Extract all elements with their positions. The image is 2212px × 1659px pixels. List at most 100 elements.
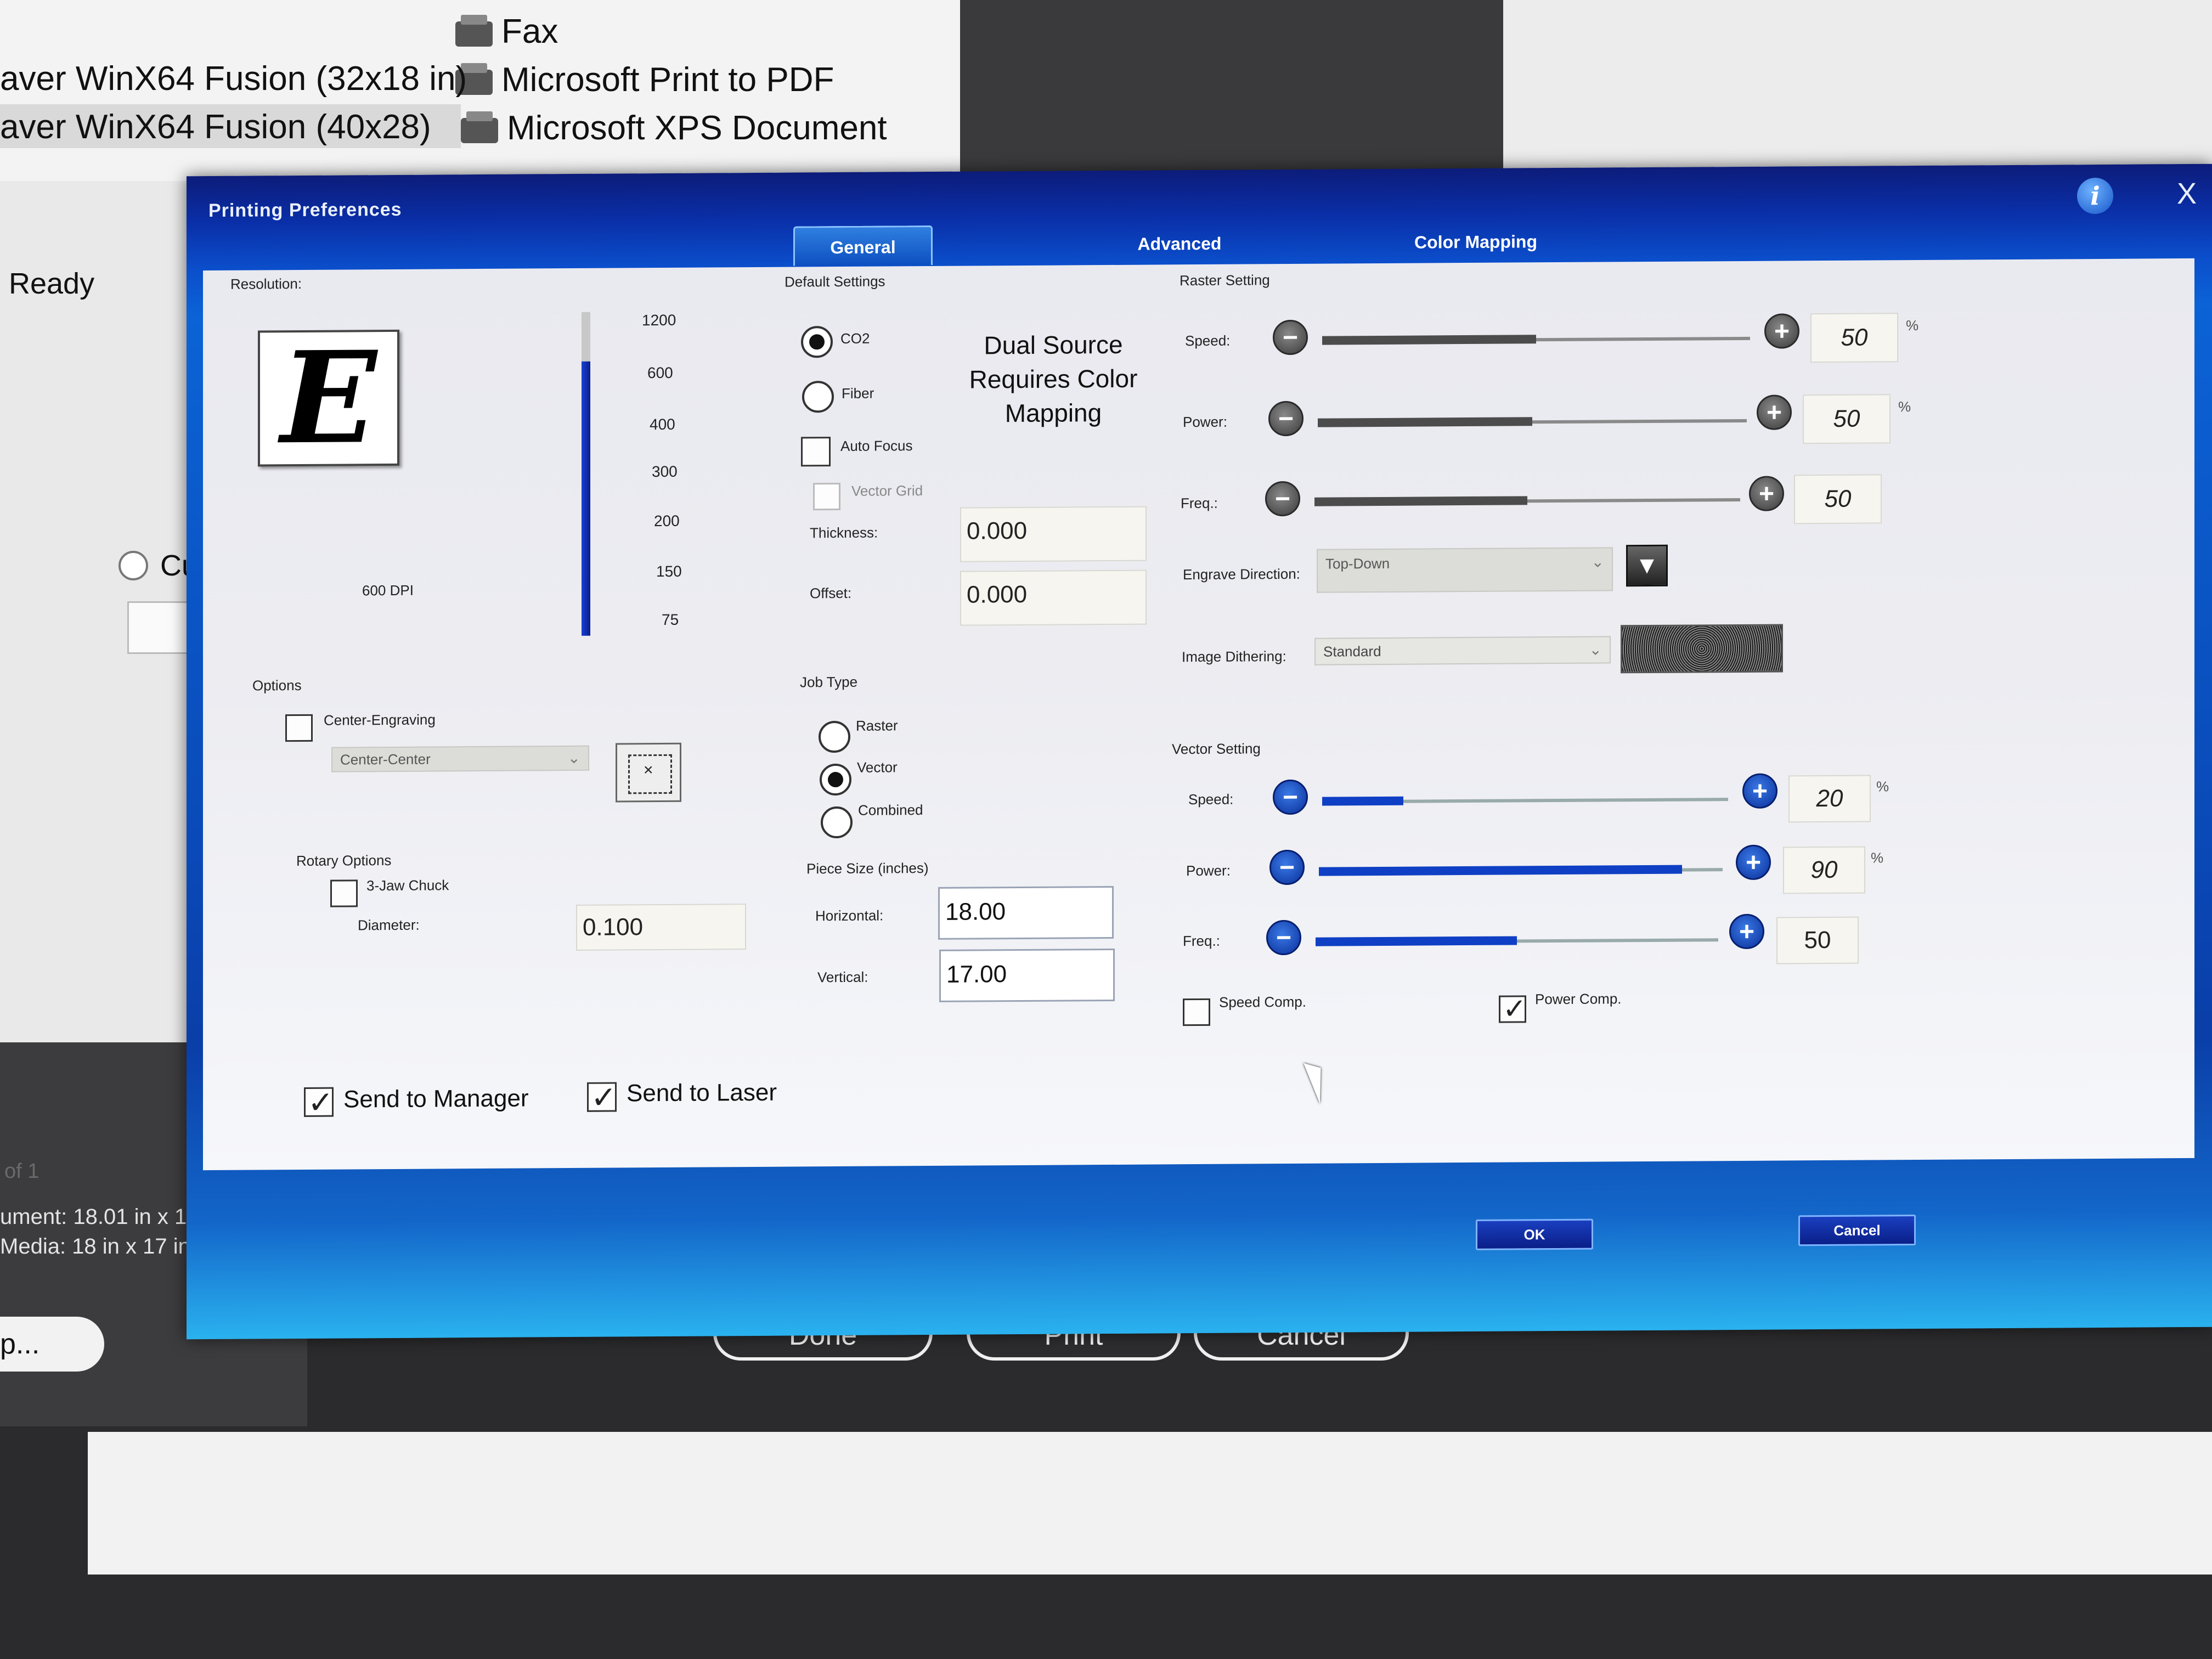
center-engraving-checkbox[interactable] [285,714,313,742]
send-to-manager-checkbox[interactable] [304,1087,334,1117]
current-page-radio[interactable] [119,551,148,580]
vector-freq-value[interactable]: 50 [1776,916,1859,964]
speed-comp-checkbox[interactable] [1183,998,1210,1026]
dialog-footer: OK Cancel [187,1158,2212,1340]
tab-general[interactable]: General [793,225,933,266]
raster-speed-fill [1322,335,1536,345]
horizontal-field[interactable]: 18.00 [938,885,1114,940]
vector-grid-checkbox[interactable] [813,482,840,511]
resolution-label: Resolution: [230,275,302,292]
engrave-direction-dropdown[interactable]: Top-Down ⌄ [1317,547,1613,593]
resolution-tick[interactable]: 300 [652,463,678,481]
vector-freq-minus-button[interactable]: − [1266,919,1301,956]
job-type-label: Job Type [800,673,858,691]
raster-power-slider[interactable] [1318,417,1747,427]
vector-power-slider[interactable] [1319,865,1723,876]
printing-preferences-dialog: Printing Preferences i X General Advance… [187,163,2212,1340]
image-dithering-dropdown[interactable]: Standard ⌄ [1314,636,1611,665]
raster-speed-label: Speed: [1185,332,1231,349]
info-icon[interactable]: i [2077,177,2113,215]
printer-icon [455,14,493,47]
horizontal-label: Horizontal: [815,907,884,924]
auto-focus-checkbox[interactable] [801,437,831,467]
raster-freq-value[interactable]: 50 [1794,474,1882,524]
offset-field[interactable]: 0.000 [960,569,1147,626]
vector-grid-label: Vector Grid [851,482,923,499]
vector-power-unit: % [1871,849,1884,866]
raster-speed-minus-button[interactable]: − [1273,319,1308,356]
page-setup-button[interactable]: p... [0,1317,104,1372]
chevron-down-icon: ⌄ [1589,641,1602,658]
close-button[interactable]: X [2167,174,2207,213]
vector-setting-label: Vector Setting [1172,740,1261,758]
send-to-laser-label: Send to Laser [627,1079,777,1107]
vector-speed-minus-button[interactable]: − [1273,779,1308,815]
fiber-radio[interactable] [802,381,834,413]
thickness-field[interactable]: 0.000 [960,506,1147,562]
vector-speed-slider[interactable] [1322,796,1728,806]
vector-speed-unit: % [1876,778,1889,795]
diameter-field[interactable]: 0.100 [576,904,746,951]
raster-power-plus-button[interactable]: + [1757,394,1792,430]
job-type-combined-label: Combined [858,802,923,819]
send-to-laser-checkbox[interactable] [587,1082,617,1112]
three-jaw-chuck-checkbox[interactable] [330,879,358,907]
vector-power-fill [1319,865,1683,876]
raster-setting-label: Raster Setting [1180,272,1270,289]
vector-freq-slider[interactable] [1316,936,1718,946]
raster-speed-plus-button[interactable]: + [1764,313,1799,349]
vector-speed-value[interactable]: 20 [1788,775,1871,823]
ok-button[interactable]: OK [1476,1218,1593,1250]
raster-power-value[interactable]: 50 [1803,394,1891,444]
cancel-button[interactable]: Cancel [1798,1215,1916,1246]
job-type-vector-radio[interactable] [820,763,851,796]
three-jaw-chuck-label: 3-Jaw Chuck [366,877,449,894]
send-to-manager-label: Send to Manager [343,1085,529,1113]
vector-power-value[interactable]: 90 [1783,846,1865,894]
raster-freq-slider[interactable] [1314,496,1740,506]
job-type-raster-radio[interactable] [819,720,850,753]
engrave-direction-arrow-icon[interactable]: ▼ [1626,544,1668,587]
co2-radio[interactable] [801,326,833,358]
vector-power-plus-button[interactable]: + [1736,844,1771,881]
tab-color-mapping[interactable]: Color Mapping [1383,222,1569,262]
printer-item-pdf[interactable]: Microsoft Print to PDF [455,60,834,99]
printer-item-fusion-40x28[interactable]: aver WinX64 Fusion (40x28) [0,108,431,146]
resolution-tick[interactable]: 400 [650,416,675,433]
default-settings-label: Default Settings [785,273,885,290]
printer-item-xps[interactable]: Microsoft XPS Document [461,109,887,148]
raster-speed-value[interactable]: 50 [1810,313,1898,363]
chevron-down-icon: ⌄ [567,749,580,767]
job-type-combined-radio[interactable] [821,806,853,839]
raster-freq-plus-button[interactable]: + [1749,476,1784,511]
thickness-label: Thickness: [810,524,878,541]
resolution-tick[interactable]: 150 [656,563,682,580]
tab-advanced[interactable]: Advanced [1097,223,1262,264]
resolution-tick[interactable]: 600 [647,364,673,382]
raster-power-minus-button[interactable]: − [1268,400,1304,437]
resolution-tick[interactable]: 200 [654,512,680,530]
dithering-preview [1621,624,1783,674]
raster-speed-slider[interactable] [1322,335,1750,345]
raster-freq-fill [1314,496,1527,506]
vertical-field[interactable]: 17.00 [939,948,1115,1002]
resolution-slider[interactable] [582,312,590,636]
vector-freq-plus-button[interactable]: + [1729,913,1764,950]
offset-label: Offset: [810,584,852,602]
vector-power-minus-button[interactable]: − [1269,849,1305,885]
center-mode-dropdown[interactable]: Center-Center ⌄ [331,745,589,772]
resolution-tick[interactable]: 1200 [642,312,676,329]
vertical-label: Vertical: [817,968,868,986]
power-comp-checkbox[interactable] [1499,995,1526,1023]
background-bottom-panel [88,1432,2212,1575]
resolution-tick[interactable]: 75 [662,611,679,629]
status-text: Ready [9,267,95,300]
center-engraving-label: Center-Engraving [324,711,436,729]
vector-freq-label: Freq.: [1183,932,1220,950]
raster-freq-minus-button[interactable]: − [1265,481,1300,517]
printer-item-fusion-32x18[interactable]: aver WinX64 Fusion (32x18 in) [0,59,467,98]
general-panel: Resolution: E 600 DPI 1200 600 400 300 2… [203,258,2194,1171]
printer-item-fax[interactable]: Fax [455,12,558,51]
vector-speed-plus-button[interactable]: + [1742,773,1778,809]
engraving-position-icon[interactable] [616,742,681,803]
